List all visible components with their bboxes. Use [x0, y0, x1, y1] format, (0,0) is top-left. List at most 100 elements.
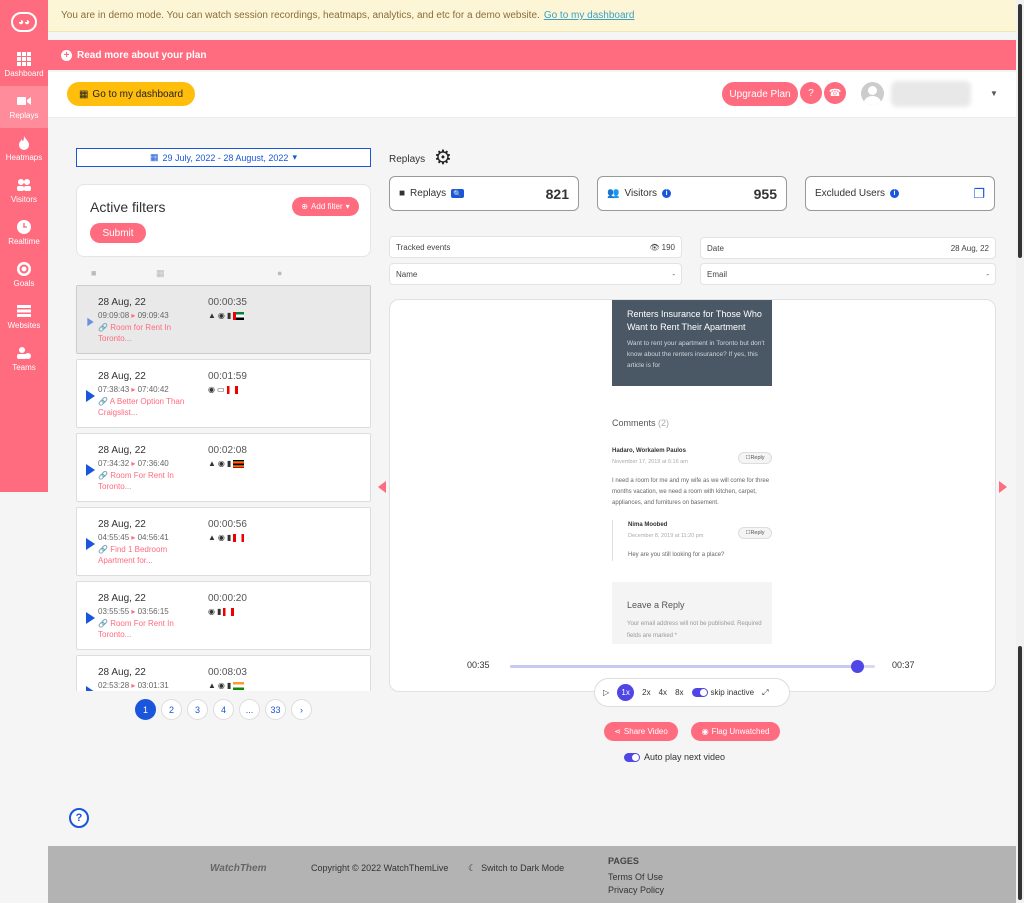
replay-viewport[interactable]: Renters Insurance for Those Who Want to …: [390, 300, 995, 652]
fullscreen-icon[interactable]: ⤢: [762, 688, 768, 698]
chevron-down-icon[interactable]: ▼: [990, 89, 998, 98]
leave-reply-title: Leave a Reply: [627, 600, 685, 610]
play-icon[interactable]: [86, 464, 95, 476]
sidebar-item-goals[interactable]: Goals: [0, 254, 48, 296]
session-duration: 00:00:20: [208, 593, 247, 604]
reply-button[interactable]: ☐ Reply: [738, 527, 772, 539]
page-button[interactable]: 3: [187, 699, 208, 720]
speed-2x-button[interactable]: 2x: [642, 688, 650, 697]
sidebar-item-replays[interactable]: Replays: [0, 86, 48, 128]
go-to-dashboard-button[interactable]: ▦ Go to my dashboard: [67, 82, 195, 106]
sidebar-item-heatmaps[interactable]: Heatmaps: [0, 128, 48, 170]
play-icon[interactable]: ▷: [603, 688, 609, 697]
previous-session-arrow[interactable]: [378, 481, 386, 493]
session-date: 28 Aug, 22: [98, 371, 146, 382]
plan-banner[interactable]: + Read more about your plan: [48, 40, 1024, 70]
help-icon[interactable]: ?: [69, 808, 89, 828]
sidebar-item-label: Replays: [9, 111, 39, 120]
reply-button[interactable]: ☐ Reply: [738, 452, 772, 464]
tracked-events-value: 190: [661, 242, 675, 252]
copy-icon[interactable]: ❐: [973, 186, 985, 202]
speed-4x-button[interactable]: 4x: [659, 688, 667, 697]
server-icon: [17, 305, 31, 317]
username-blurred[interactable]: [891, 81, 971, 107]
session-row[interactable]: 28 Aug, 22 09:09:08 ▸ 09:09:43 🔗 Room fo…: [76, 285, 371, 354]
team-icon: [17, 347, 31, 359]
privacy-link[interactable]: Privacy Policy: [608, 885, 664, 895]
session-page-link[interactable]: 🔗 Room for Rent In Toronto...: [98, 322, 193, 344]
date-range-picker[interactable]: ▦ 29 July, 2022 - 28 August, 2022 ▾: [76, 148, 371, 167]
page-button[interactable]: 4: [213, 699, 234, 720]
skip-inactive-toggle[interactable]: [691, 688, 708, 697]
article-text: Want to rent your apartment in Toronto b…: [627, 340, 765, 369]
gears-icon[interactable]: ⚙: [434, 145, 452, 170]
help-video-icon[interactable]: ?: [800, 82, 822, 104]
sidebar-item-label: Dashboard: [4, 69, 44, 78]
india-flag-icon: [233, 681, 245, 690]
footer-logo: WatchThem: [210, 863, 267, 874]
comments-title: Comments (2): [612, 418, 669, 428]
app-logo[interactable]: ◕◕: [0, 0, 48, 44]
play-icon[interactable]: [86, 612, 95, 624]
progress-track[interactable]: [510, 660, 875, 673]
sidebar-item-realtime[interactable]: Realtime: [0, 212, 48, 254]
progress-knob[interactable]: [850, 660, 864, 673]
play-icon[interactable]: [86, 538, 95, 550]
page-button[interactable]: 1: [135, 699, 156, 720]
search-icon[interactable]: 🔍: [451, 189, 465, 198]
session-page-link[interactable]: 🔗 Room For Rent In Toronto...: [98, 618, 193, 640]
demo-dashboard-link[interactable]: Go to my dashboard: [544, 10, 635, 21]
sidebar-item-websites[interactable]: Websites: [0, 296, 48, 338]
session-start: 09:09:08: [98, 311, 130, 320]
sidebar-item-visitors[interactable]: Visitors: [0, 170, 48, 212]
support-icon[interactable]: ☎: [824, 82, 846, 104]
session-page-link[interactable]: 🔗 A Better Option Than Craigslist...: [98, 396, 193, 418]
upgrade-plan-button[interactable]: Upgrade Plan: [722, 82, 798, 106]
sidebar-item-dashboard[interactable]: Dashboard: [0, 44, 48, 86]
flag-unwatched-button[interactable]: ◉ Flag Unwatched: [691, 722, 780, 741]
speed-8x-button[interactable]: 8x: [675, 688, 683, 697]
dark-mode-switch[interactable]: ☾ Switch to Dark Mode: [468, 863, 564, 874]
date-label: Date: [707, 243, 724, 253]
page-button[interactable]: 33: [265, 699, 286, 720]
sidebar-item-label: Teams: [12, 363, 36, 372]
play-icon[interactable]: [86, 686, 95, 691]
session-page-link[interactable]: 🔗 Room For Rent In Toronto...: [98, 470, 193, 492]
sidebar-item-teams[interactable]: Teams: [0, 338, 48, 380]
mobile-icon: ▮: [226, 311, 232, 320]
session-row[interactable]: 28 Aug, 22 03:55:55 ▸ 03:56:15 🔗 Room Fo…: [76, 581, 371, 650]
terms-link[interactable]: Terms Of Use: [608, 872, 663, 882]
avatar[interactable]: [861, 82, 884, 105]
play-icon[interactable]: [86, 390, 95, 402]
speed-1x-button[interactable]: 1x: [617, 684, 635, 701]
info-icon[interactable]: i: [890, 189, 900, 198]
video-icon: [17, 97, 31, 105]
sidebar: ◕◕ Dashboard Replays Heatmaps Visitors R…: [0, 0, 48, 492]
add-filter-button[interactable]: ⊕ Add filter ▾: [292, 197, 359, 216]
session-row[interactable]: 28 Aug, 22 07:34:32 ▸ 07:36:40 🔗 Room Fo…: [76, 433, 371, 502]
session-page-link[interactable]: 🔗 Find 1 Bedroom Apartment for...: [98, 544, 193, 566]
session-end: 04:56:41: [137, 533, 169, 542]
session-start: 04:55:45: [98, 533, 130, 542]
session-row[interactable]: 28 Aug, 22 07:38:43 ▸ 07:40:42 🔗 A Bette…: [76, 359, 371, 428]
scrollbar-thumb[interactable]: [1018, 646, 1022, 900]
info-icon[interactable]: i: [662, 189, 672, 198]
comments-title-text: Comments: [612, 418, 656, 428]
autoplay-toggle[interactable]: [624, 752, 640, 762]
session-times: 02:53:28 ▸ 03:01:31: [98, 681, 169, 690]
page-button[interactable]: 2: [161, 699, 182, 720]
replay-player: Renters Insurance for Those Who Want to …: [389, 299, 996, 692]
session-row[interactable]: 28 Aug, 22 02:53:28 ▸ 03:01:31 00:08:03 …: [76, 655, 371, 691]
submit-button[interactable]: Submit: [90, 223, 146, 243]
calendar-icon: ▦: [156, 268, 165, 278]
demo-banner-text: You are in demo mode. You can watch sess…: [61, 10, 540, 21]
next-session-arrow[interactable]: [999, 481, 1007, 493]
next-page-button[interactable]: ›: [291, 699, 312, 720]
email-field: Email -: [700, 263, 996, 285]
share-video-button[interactable]: ⋖ Share Video: [604, 722, 678, 741]
session-row[interactable]: 28 Aug, 22 04:55:45 ▸ 04:56:41 🔗 Find 1 …: [76, 507, 371, 576]
safari-icon: ◉: [208, 607, 215, 616]
scrollbar-thumb[interactable]: [1018, 4, 1022, 258]
play-icon[interactable]: [86, 316, 95, 328]
page-scrollbar[interactable]: [1016, 0, 1024, 903]
